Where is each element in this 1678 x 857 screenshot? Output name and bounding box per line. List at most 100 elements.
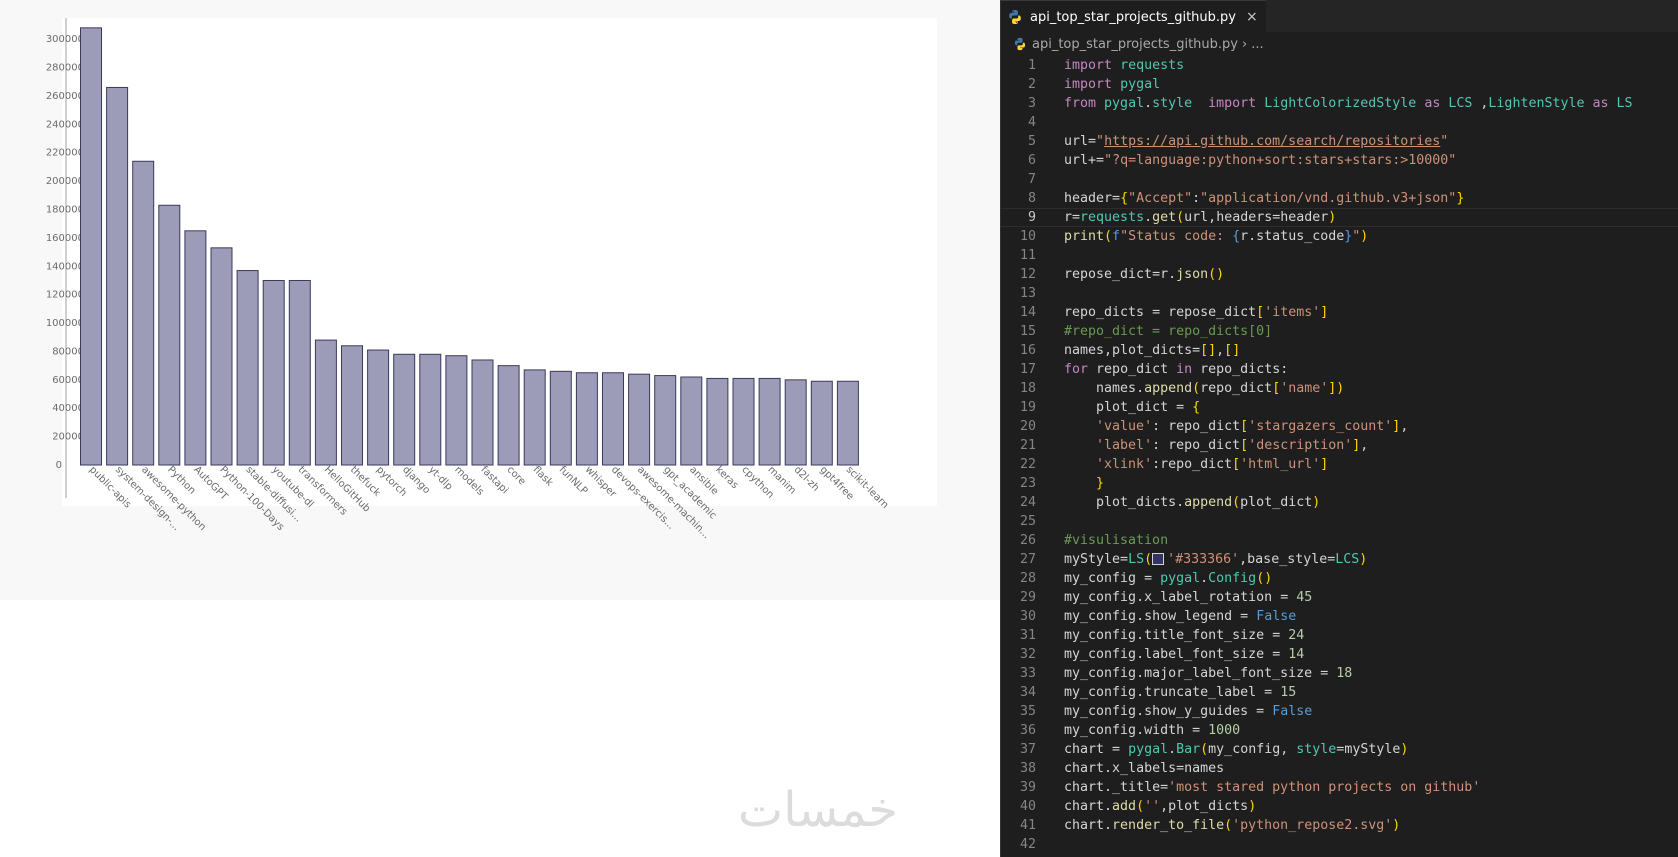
bar[interactable] [549,370,572,466]
bar[interactable] [732,377,755,466]
code-line[interactable]: 41 chart.render_to_file('python_repose2.s… [1001,816,1678,835]
bar[interactable] [393,353,416,466]
line-number: 29 [1019,590,1036,605]
code-line[interactable]: 14 repo_dicts = repose_dict['items'] [1001,303,1678,322]
bar[interactable] [367,349,390,466]
code-line[interactable]: 1 import requests [1001,56,1678,75]
code-line[interactable]: 6 url+="?q=language:python+sort:stars+sta… [1001,151,1678,170]
code-line[interactable]: 29 my_config.x_label_rotation = 45 [1001,588,1678,607]
code-line[interactable]: 9 r=requests.get(url,headers=header) [1001,208,1678,227]
line-number: 25 [1019,514,1036,529]
bar[interactable] [680,376,703,466]
bar[interactable] [158,204,181,466]
code-line[interactable]: 7 [1001,170,1678,189]
code-area[interactable]: 1 import requests 2 import pygal 3 from pygal… [1001,56,1678,854]
code-line[interactable]: 38 chart.x_labels=names [1001,759,1678,778]
code-line[interactable]: 42 [1001,835,1678,854]
code-line[interactable]: 30 my_config.show_legend = False [1001,607,1678,626]
code-line[interactable]: 16 names,plot_dicts=[],[] [1001,341,1678,360]
code-line[interactable]: 3 from pygal.style import LightColorizedS… [1001,94,1678,113]
bar[interactable] [184,230,207,466]
bar[interactable] [236,270,259,466]
code-line[interactable]: 36 my_config.width = 1000 [1001,721,1678,740]
chevron-right-icon: › [1241,36,1248,52]
breadcrumb-more[interactable]: ... [1251,37,1263,52]
line-number: 5 [1027,134,1036,149]
bar[interactable] [706,377,729,466]
breadcrumb-file[interactable]: api_top_star_projects_github.py [1032,37,1238,52]
bar[interactable] [445,355,468,466]
line-number: 7 [1027,172,1036,187]
code-line[interactable]: 10 print(f"Status code: {r.status_code}") [1001,227,1678,246]
code-line[interactable]: 27 myStyle=LS('#333366',base_style=LCS) [1001,550,1678,569]
code-line[interactable]: 13 [1001,284,1678,303]
code-line[interactable]: 32 my_config.label_font_size = 14 [1001,645,1678,664]
code-line[interactable]: 25 [1001,512,1678,531]
bar[interactable] [628,373,651,466]
bar[interactable] [80,27,102,466]
line-number: 37 [1019,742,1036,757]
code-text: chart._title='most stared python project… [1064,780,1481,795]
code-line[interactable]: 40 chart.add('',plot_dicts) [1001,797,1678,816]
python-icon [1009,10,1021,24]
code-line[interactable]: 35 my_config.show_y_guides = False [1001,702,1678,721]
code-line[interactable]: 39 chart._title='most stared python proje… [1001,778,1678,797]
code-line[interactable]: 11 [1001,246,1678,265]
line-number: 31 [1019,628,1036,643]
line-number: 9 [1027,210,1036,225]
code-line[interactable]: 37 chart = pygal.Bar(my_config, style=myS… [1001,740,1678,759]
bar[interactable] [575,372,598,466]
bar[interactable] [523,369,546,466]
code-line[interactable]: 2 import pygal [1001,75,1678,94]
line-number: 30 [1019,609,1036,624]
bar[interactable] [314,339,337,466]
code-line[interactable]: 8 header={"Accept":"application/vnd.githu… [1001,189,1678,208]
bar[interactable] [341,345,363,466]
bar[interactable] [602,372,624,466]
code-line[interactable]: 12 repose_dict=r.json() [1001,265,1678,284]
code-line[interactable]: 21 'label': repo_dict['description'], [1001,436,1678,455]
line-number: 19 [1019,400,1036,415]
code-line[interactable]: 18 names.append(repo_dict['name']) [1001,379,1678,398]
line-number: 33 [1019,666,1036,681]
code-line[interactable]: 24 plot_dicts.append(plot_dict) [1001,493,1678,512]
close-icon[interactable]: × [1246,9,1258,25]
line-number: 8 [1027,191,1036,206]
bar[interactable] [836,380,859,466]
code-line[interactable]: 15 #repo_dict = repo_dicts[0] [1001,322,1678,341]
bar[interactable] [784,379,807,466]
code-line[interactable]: 17 for repo_dict in repo_dicts: [1001,360,1678,379]
tab-api-top-star-projects[interactable]: api_top_star_projects_github.py × [1001,0,1266,33]
bar[interactable] [758,377,781,466]
line-number: 14 [1019,305,1036,320]
code-text: print(f"Status code: {r.status_code}") [1064,229,1369,244]
code-text: 'value': repo_dict['stargazers_count'], [1096,419,1409,434]
code-text: my_config.title_font_size = 24 [1064,628,1305,643]
code-line[interactable]: 5 url="https://api.github.com/search/repo… [1001,132,1678,151]
bar[interactable] [654,375,677,466]
code-line[interactable]: 22 'xlink':repo_dict['html_url'] [1001,455,1678,474]
code-line[interactable]: 23 } [1001,474,1678,493]
line-number: 2 [1027,77,1036,92]
code-line[interactable]: 20 'value': repo_dict['stargazers_count'… [1001,417,1678,436]
code-line[interactable]: 26 #visulisation [1001,531,1678,550]
bar[interactable] [419,353,442,466]
code-text: my_config.width = 1000 [1064,723,1241,738]
bar[interactable] [810,380,833,466]
code-line[interactable]: 31 my_config.title_font_size = 24 [1001,626,1678,645]
bar[interactable] [288,279,311,466]
code-line[interactable]: 4 [1001,113,1678,132]
bar[interactable] [132,160,155,466]
bar[interactable] [262,279,285,466]
bar[interactable] [471,359,494,466]
code-line[interactable]: 28 my_config = pygal.Config() [1001,569,1678,588]
code-line[interactable]: 34 my_config.truncate_label = 15 [1001,683,1678,702]
code-line[interactable]: 33 my_config.major_label_font_size = 18 [1001,664,1678,683]
bar[interactable] [497,365,520,466]
line-number: 12 [1019,267,1036,282]
line-number: 35 [1019,704,1036,719]
code-line[interactable]: 19 plot_dict = { [1001,398,1678,417]
bar[interactable] [210,247,233,466]
y-tick-label: 140000 [46,261,84,272]
bar[interactable] [106,86,129,466]
